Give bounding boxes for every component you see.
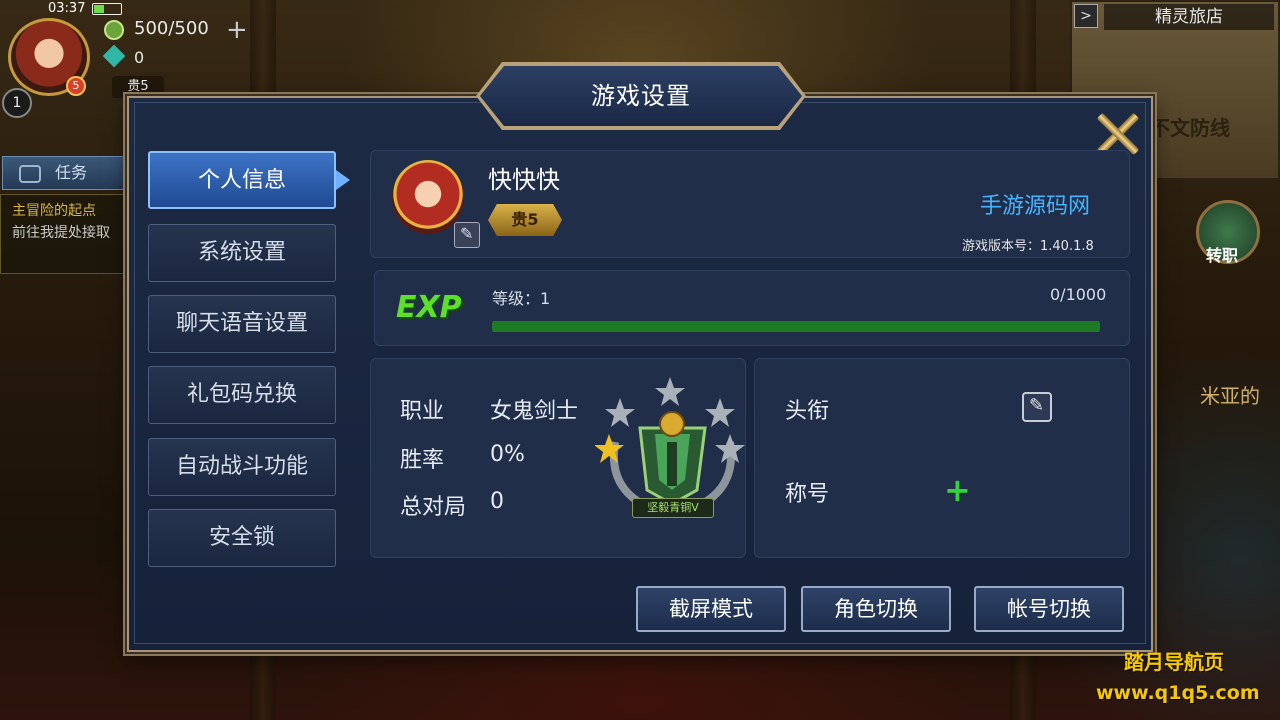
switch-role-button[interactable]: 角色切换 — [801, 586, 951, 632]
menu-item-chat-voice-settings[interactable]: 聊天语音设置 — [148, 295, 336, 353]
dialog-title: 游戏设置 — [591, 82, 691, 110]
player-name: 快快快 — [488, 166, 560, 194]
player-avatar — [392, 160, 464, 234]
gem-counter: 0 — [134, 48, 145, 67]
hud-avatar-badge: 5 — [66, 76, 86, 96]
hud-level-badge: 1 — [2, 88, 32, 118]
nickname-label: 称号 — [785, 482, 830, 507]
vip-badge: 贵5 — [488, 204, 562, 236]
menu-item-auto-battle[interactable]: 自动战斗功能 — [148, 438, 336, 496]
rank-label: 坚毅青铜V — [632, 498, 714, 518]
task-tab[interactable]: 任务 — [2, 156, 124, 190]
exp-progress-bar — [492, 321, 1100, 332]
class-value: 女鬼剑士 — [490, 399, 579, 424]
job-change-label: 转职 — [1206, 246, 1239, 265]
matches-label: 总对局 — [400, 495, 467, 520]
source-site-name: 手游源码网 — [980, 194, 1091, 219]
exp-progress-fill — [492, 321, 1100, 332]
task-tab-label: 任务 — [55, 163, 88, 182]
winrate-value: 0% — [490, 442, 525, 467]
scroll-icon — [19, 165, 41, 183]
map-location-title: 精灵旅店 — [1104, 4, 1274, 30]
add-nickname-icon[interactable]: + — [944, 474, 971, 506]
edit-avatar-icon[interactable] — [454, 222, 480, 248]
battery-icon — [92, 3, 122, 15]
energy-counter: 500/500 — [134, 18, 209, 39]
menu-item-personal-info[interactable]: 个人信息 — [148, 151, 336, 209]
active-menu-arrow-icon — [336, 170, 350, 190]
watermark-title: 踏月导航页 — [1124, 650, 1224, 674]
exp-logo: EXP — [396, 290, 462, 325]
clock: 03:37 — [48, 1, 86, 16]
matches-value: 0 — [490, 489, 504, 514]
energy-icon — [104, 20, 124, 40]
level-text: 等级：1 — [492, 289, 551, 308]
screenshot-mode-button[interactable]: 截屏模式 — [636, 586, 786, 632]
title-label: 头衔 — [785, 399, 830, 424]
menu-item-gift-code[interactable]: 礼包码兑换 — [148, 366, 336, 424]
watermark-url: www.q1q5.com — [1096, 682, 1260, 704]
game-version: 游戏版本号：1.40.1.8 — [962, 239, 1094, 254]
expand-map-button[interactable]: > — [1074, 4, 1098, 28]
winrate-label: 胜率 — [400, 448, 445, 473]
exp-panel — [374, 270, 1130, 346]
task-description: 前往我提处接取 — [12, 225, 110, 241]
add-energy-button[interactable]: + — [226, 15, 248, 45]
honors-panel — [754, 358, 1130, 558]
npc-name-text: 米亚的 — [1200, 384, 1260, 408]
menu-item-system-settings[interactable]: 系统设置 — [148, 224, 336, 282]
switch-account-button[interactable]: 帐号切换 — [974, 586, 1124, 632]
task-title: 主冒险的起点 — [12, 203, 96, 219]
exp-value: 0/1000 — [1050, 285, 1107, 304]
edit-title-icon[interactable] — [1022, 392, 1052, 422]
menu-item-security-lock[interactable]: 安全锁 — [148, 509, 336, 567]
class-label: 职业 — [400, 399, 445, 424]
map-sign: 不文防线 — [1150, 116, 1230, 140]
hud-vip-badge: 贵5 — [112, 76, 164, 98]
